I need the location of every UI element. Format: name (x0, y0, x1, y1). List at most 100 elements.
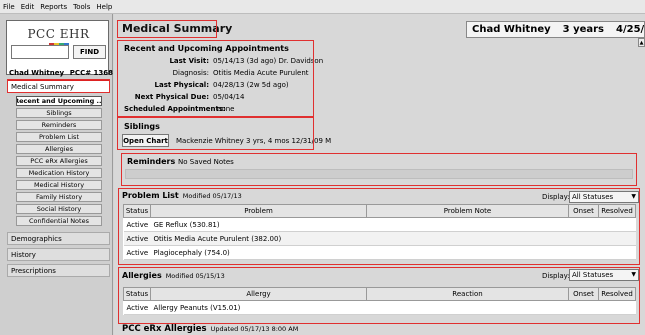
header-patient-age: 3 years (562, 24, 604, 35)
problem-list-title: Problem List (122, 191, 179, 200)
table-row[interactable]: Active GE Reflux (530.81) (123, 217, 636, 232)
menu-tools[interactable]: Tools (73, 3, 90, 11)
column-header-resolved[interactable]: Resolved (598, 204, 636, 218)
column-header-allergy[interactable]: Allergy (150, 287, 367, 301)
erx-allergies-updated: Updated 05/17/13 8:00 AM (210, 325, 299, 333)
nav-sub-family-history[interactable]: Family History (16, 192, 102, 202)
cell-problem-note (366, 217, 569, 232)
logo-panel: PCC EHR FIND (6, 20, 109, 75)
table-row[interactable]: Active Plagiocephaly (754.0) (123, 245, 636, 260)
patient-pcc-number: PCC# 1368 (69, 69, 113, 77)
open-chart-button[interactable]: Open Chart (122, 134, 169, 147)
cell-resolved (598, 231, 636, 246)
cell-onset (568, 245, 599, 260)
reminders-notes-area[interactable] (125, 169, 633, 179)
menu-help[interactable]: Help (96, 3, 112, 11)
cell-onset (568, 300, 599, 315)
problem-list-status-select[interactable]: All Statuses ▼ (569, 191, 639, 203)
appt-label-next-physical: Next Physical Due: (134, 93, 209, 101)
page-title: Medical Summary (122, 22, 233, 35)
nav-sub-social-history[interactable]: Social History (16, 204, 102, 214)
problem-list-status-value: All Statuses (572, 193, 614, 201)
allergies-header-row: Status Allergy Reaction Onset Resolved (123, 287, 636, 301)
siblings-section-title: Siblings (124, 122, 160, 131)
cell-onset (568, 217, 599, 232)
cell-reaction (366, 300, 569, 315)
column-header-problem[interactable]: Problem (150, 204, 367, 218)
dropdown-arrow-icon: ▼ (631, 271, 636, 278)
cell-problem-note (366, 231, 569, 246)
nav-prescriptions[interactable]: Prescriptions (7, 264, 110, 277)
allergies-display-label: Display: (542, 272, 570, 280)
nav-medical-summary[interactable]: Medical Summary (7, 80, 110, 93)
header-patient-name: Chad Whitney (472, 24, 551, 35)
nav-sub-erx-allergies[interactable]: PCC eRx Allergies (16, 156, 102, 166)
appt-label-scheduled: Scheduled Appointments: (124, 105, 226, 113)
allergies-table: Status Allergy Reaction Onset Resolved A… (123, 287, 636, 315)
sibling-info: Mackenzie Whitney 3 yrs, 4 mos 12/31/09 … (176, 137, 332, 145)
problem-list-display-label: Display: (542, 193, 570, 201)
appt-value-scheduled: none (217, 105, 235, 113)
menu-reports[interactable]: Reports (40, 3, 67, 11)
allergies-section-title: Allergies Modified 05/15/13 (122, 271, 225, 280)
cell-resolved (598, 217, 636, 232)
nav-sub-allergies[interactable]: Allergies (16, 144, 102, 154)
cell-status: Active (123, 231, 151, 246)
reminders-section-title: Reminders (127, 157, 176, 166)
problem-list-section-title: Problem List Modified 05/17/13 (122, 191, 242, 200)
reminders-note: No Saved Notes (178, 158, 234, 166)
dropdown-arrow-icon: ▼ (631, 193, 636, 200)
appt-value-last-visit: 05/14/13 (3d ago) Dr. Davidson (213, 57, 324, 65)
nav-sub-problem-list[interactable]: Problem List (16, 132, 102, 142)
cell-resolved (598, 245, 636, 260)
appt-label-last-physical: Last Physical: (154, 81, 209, 89)
nav-sub-medical-history[interactable]: Medical History (16, 180, 102, 190)
allergies-status-value: All Statuses (572, 271, 614, 279)
cell-problem-note (366, 245, 569, 260)
problem-list-header-row: Status Problem Problem Note Onset Resolv… (123, 204, 636, 218)
scroll-up-arrow-icon[interactable]: ▲ (638, 38, 645, 47)
cell-problem: Plagiocephaly (754.0) (150, 245, 367, 260)
column-header-reaction[interactable]: Reaction (366, 287, 569, 301)
cell-problem: GE Reflux (530.81) (150, 217, 367, 232)
erx-allergies-section-title: PCC eRx Allergies Updated 05/17/13 8:00 A… (122, 324, 298, 334)
appt-value-diagnosis: Otitis Media Acute Purulent (213, 69, 309, 77)
appointments-section-title: Recent and Upcoming Appointments (124, 44, 289, 53)
header-patient-dob: 4/25/10 (616, 24, 645, 35)
appt-value-last-physical: 04/28/13 (2w 5d ago) (213, 81, 289, 89)
nav-sub-reminders[interactable]: Reminders (16, 120, 102, 130)
appt-label-diagnosis: Diagnosis: (172, 69, 209, 77)
nav-sub-confidential-notes[interactable]: Confidential Notes (16, 216, 102, 226)
nav-history[interactable]: History (7, 248, 110, 261)
cell-problem: Otitis Media Acute Purulent (382.00) (150, 231, 367, 246)
menu-edit[interactable]: Edit (21, 3, 35, 11)
allergies-title: Allergies (122, 271, 162, 280)
allergies-status-select[interactable]: All Statuses ▼ (569, 269, 639, 281)
appt-label-last-visit: Last Visit: (169, 57, 209, 65)
patient-summary-row: Chad Whitney PCC# 1368 (9, 69, 113, 77)
column-header-onset[interactable]: Onset (568, 204, 599, 218)
cell-resolved (598, 300, 636, 315)
cell-status: Active (123, 245, 151, 260)
app-logo: PCC EHR (27, 27, 90, 41)
problem-list-modified: Modified 05/17/13 (182, 192, 242, 200)
column-header-status[interactable]: Status (123, 204, 151, 218)
patient-search-input[interactable] (11, 45, 69, 59)
table-row[interactable]: Active Otitis Media Acute Purulent (382.… (123, 231, 636, 246)
problem-list-table: Status Problem Problem Note Onset Resolv… (123, 204, 636, 260)
column-header-problem-note[interactable]: Problem Note (366, 204, 569, 218)
nav-sub-siblings[interactable]: Siblings (16, 108, 102, 118)
nav-demographics[interactable]: Demographics (7, 232, 110, 245)
column-header-status[interactable]: Status (123, 287, 151, 301)
table-row[interactable]: Active Allergy Peanuts (V15.01) (123, 300, 636, 315)
patient-name: Chad Whitney (9, 69, 65, 77)
nav-sub-recent-upcoming[interactable]: Recent and Upcoming ... (16, 96, 102, 106)
cell-onset (568, 231, 599, 246)
find-button[interactable]: FIND (73, 45, 106, 59)
menu-file[interactable]: File (3, 3, 15, 11)
cell-status: Active (123, 300, 151, 315)
column-header-resolved[interactable]: Resolved (598, 287, 636, 301)
patient-header-banner: Chad Whitney 3 years 4/25/10 M (466, 21, 645, 38)
column-header-onset[interactable]: Onset (568, 287, 599, 301)
nav-sub-medication-history[interactable]: Medication History (16, 168, 102, 178)
